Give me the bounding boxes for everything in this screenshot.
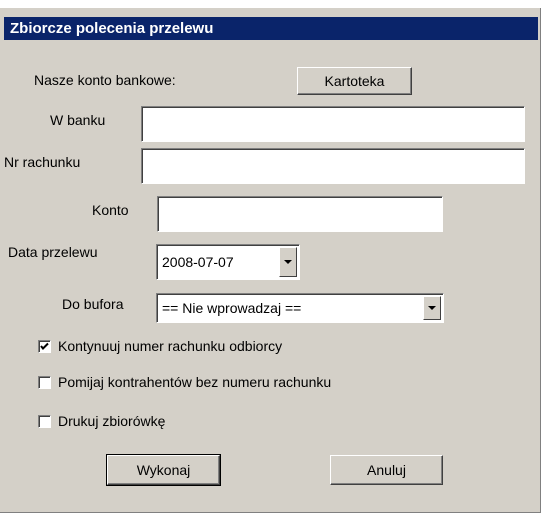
print-summary-checkbox[interactable] <box>38 415 51 428</box>
w-banku-label: W banku <box>50 112 106 128</box>
buffer-select[interactable]: == Nie wprowadzaj == <box>156 293 444 323</box>
bank-account-label: Nasze konto bankowe: <box>34 72 176 88</box>
nr-rachunku-field[interactable] <box>141 148 525 184</box>
dialog-window: Zbiorcze polecenia przelewu Nasze konto … <box>0 8 541 513</box>
checkmark-icon <box>40 342 49 350</box>
chevron-down-icon <box>284 260 292 264</box>
print-summary-label: Drukuj zbiorówkę <box>58 413 166 429</box>
cancel-button[interactable]: Anuluj <box>330 455 443 485</box>
w-banku-field[interactable] <box>141 106 525 142</box>
transfer-date-value: 2008-07-07 <box>162 254 234 270</box>
skip-contractors-label: Pomijaj kontrahentów bez numeru rachunku <box>58 374 332 390</box>
continue-account-label: Kontynuuj numer rachunku odbiorcy <box>58 338 283 354</box>
skip-contractors-checkbox[interactable] <box>38 376 51 389</box>
continue-account-checkbox[interactable] <box>38 340 51 353</box>
transfer-date-picker[interactable]: 2008-07-07 <box>156 244 300 280</box>
dialog-title: Zbiorcze polecenia przelewu <box>4 17 538 40</box>
date-dropdown-button[interactable] <box>279 247 297 277</box>
buffer-dropdown-button[interactable] <box>423 296 441 320</box>
konto-field[interactable] <box>157 196 443 232</box>
do-bufora-label: Do bufora <box>62 296 124 312</box>
kartoteka-button[interactable]: Kartoteka <box>297 67 412 95</box>
chevron-down-icon <box>428 306 436 310</box>
execute-button[interactable]: Wykonaj <box>106 454 221 486</box>
buffer-select-value: == Nie wprowadzaj == <box>162 300 302 316</box>
data-przelewu-label: Data przelewu <box>8 244 98 260</box>
nr-rachunku-label: Nr rachunku <box>4 154 81 170</box>
konto-label: Konto <box>92 202 129 218</box>
